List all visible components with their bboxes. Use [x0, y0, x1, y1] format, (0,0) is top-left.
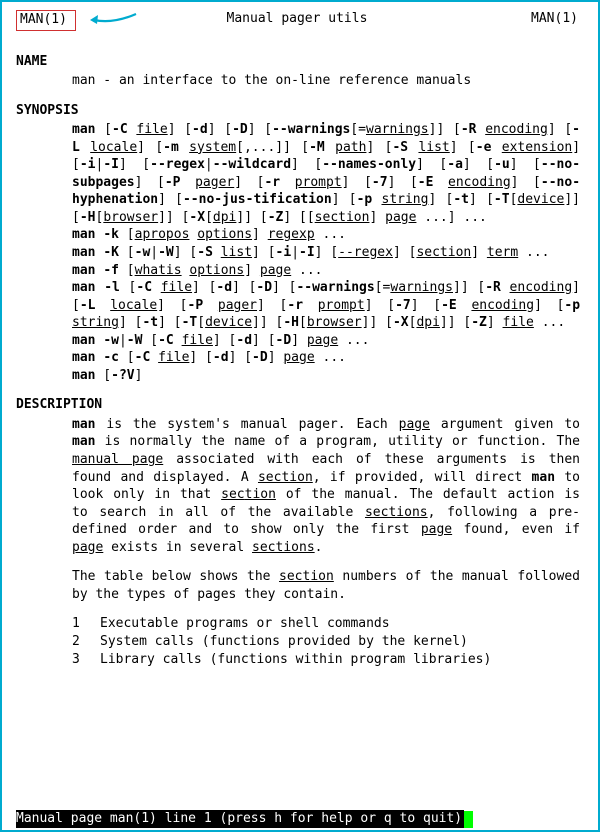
status-text: Manual page man(1) line 1 (press h for h… — [16, 810, 464, 828]
list-item: 1 Executable programs or shell commands — [72, 615, 584, 633]
header-center: Manual pager utils — [76, 10, 518, 28]
terminal-frame: MAN(1) Manual pager utils MAN(1) NAME ma… — [0, 0, 600, 832]
synopsis-block-6: man -w|-W [-C file] [-d] [-D] page ... — [72, 332, 580, 350]
section-list: 1 Executable programs or shell commands … — [72, 615, 584, 668]
synopsis-block-7: man -c [-C file] [-d] [-D] page ... — [72, 349, 580, 367]
synopsis-block-3: man -K [-w|-W] [-S list] [-i|-I] [--rege… — [72, 244, 580, 262]
description-para-2: The table below shows the section number… — [72, 568, 580, 603]
synopsis-block-4: man -f [whatis options] page ... — [72, 262, 580, 280]
section-title-description: DESCRIPTION — [16, 396, 584, 414]
manpage-header: MAN(1) Manual pager utils MAN(1) — [16, 10, 584, 31]
synopsis-block-2: man -k [apropos options] regexp ... — [72, 226, 580, 244]
synopsis-block-5: man -l [-C file] [-d] [-D] [--warnings[=… — [72, 279, 580, 332]
name-text: man - an interface to the on-line refere… — [72, 72, 580, 90]
synopsis-block-1: man [-C file] [-d] [-D] [--warnings[=war… — [72, 121, 580, 226]
description-para-1: man is the system's manual pager. Each p… — [72, 416, 580, 556]
cursor-icon — [464, 811, 473, 828]
section-title-synopsis: SYNOPSIS — [16, 102, 584, 120]
status-bar[interactable]: Manual page man(1) line 1 (press h for h… — [2, 810, 598, 828]
annotation-arrow-icon — [88, 12, 138, 26]
header-left-highlight: MAN(1) — [16, 10, 76, 31]
header-right: MAN(1) — [518, 10, 584, 28]
section-title-name: NAME — [16, 53, 584, 71]
list-item: 2 System calls (functions provided by th… — [72, 633, 584, 651]
list-item: 3 Library calls (functions within progra… — [72, 651, 584, 669]
manpage-content[interactable]: MAN(1) Manual pager utils MAN(1) NAME ma… — [2, 2, 598, 810]
synopsis-block-8: man [-?V] — [72, 367, 580, 385]
